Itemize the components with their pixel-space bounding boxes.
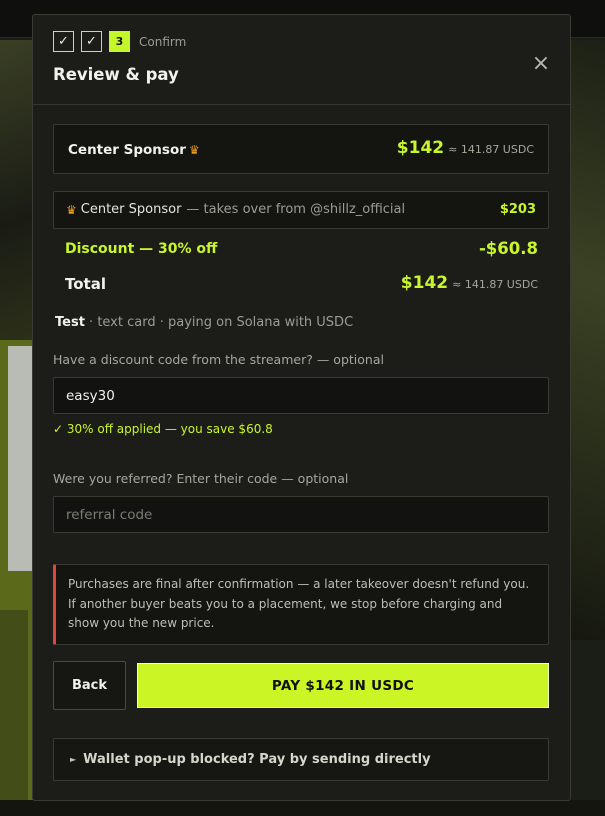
referral-code-label: Were you referred? Enter their code — op… <box>53 471 349 486</box>
total-label: Total <box>65 275 106 293</box>
placement-price-usdc: ≈ 141.87 USDC <box>448 143 534 156</box>
selected-placement-card: Center Sponsor ♛ $142 ≈ 141.87 USDC <box>53 124 549 174</box>
total-price-usdc: ≈ 141.87 USDC <box>452 278 538 291</box>
discount-applied-message: ✓ 30% off applied — you save $60.8 <box>53 422 273 436</box>
takeover-subtitle: — takes over from @shillz_official <box>186 202 406 217</box>
review-pay-modal: ✓ ✓ 3 Confirm Review & pay × Center Spon… <box>32 14 571 801</box>
close-icon[interactable]: × <box>528 50 554 76</box>
order-name: Test <box>55 315 85 330</box>
crown-icon: ♛ <box>188 143 200 157</box>
crown-icon: ♛ <box>66 202 77 217</box>
discount-label: Discount — 30% off <box>65 241 218 257</box>
step-label: Confirm <box>139 34 187 49</box>
discount-value: -$60.8 <box>478 239 538 258</box>
backdrop-panel-left-lower <box>0 610 28 816</box>
backdrop-bottom-strip <box>0 800 605 816</box>
takeover-card: ♛ Center Sponsor — takes over from @shil… <box>53 191 549 229</box>
placement-name: Center Sponsor ♛ <box>68 142 200 158</box>
wallet-fallback-toggle[interactable]: ► Wallet pop-up blocked? Pay by sending … <box>53 738 549 781</box>
modal-title: Review & pay <box>53 65 179 84</box>
wallet-fallback-label: Wallet pop-up blocked? Pay by sending di… <box>83 752 431 767</box>
total-price-usd: $142 <box>400 273 449 293</box>
total-row: Total $142 ≈ 141.87 USDC <box>65 273 538 299</box>
backdrop-artwork-left <box>0 40 34 340</box>
notice-line-3: show you the new price. <box>68 616 215 630</box>
step-1-check-icon: ✓ <box>53 31 74 52</box>
step-2-check-icon: ✓ <box>81 31 102 52</box>
disclosure-triangle-icon: ► <box>70 755 77 764</box>
notice-line-2: If another buyer beats you to a placemen… <box>68 596 503 611</box>
takeover-description: ♛ Center Sponsor — takes over from @shil… <box>66 202 405 217</box>
placement-name-text: Center Sponsor <box>68 142 186 158</box>
placement-price: $142 ≈ 141.87 USDC <box>397 138 534 158</box>
order-meta: Test · text card · paying on Solana with… <box>55 315 353 330</box>
notice-line-1: Purchases are final after confirmation —… <box>68 577 530 591</box>
takeover-price: $203 <box>499 202 536 217</box>
pay-button[interactable]: PAY $142 IN USDC <box>137 663 549 708</box>
final-purchase-notice: Purchases are final after confirmation —… <box>53 564 549 645</box>
referral-code-input[interactable] <box>53 496 549 533</box>
total-price: $142 ≈ 141.87 USDC <box>401 273 538 293</box>
backdrop-card-left <box>8 346 34 571</box>
placement-price-usd: $142 <box>396 138 445 158</box>
discount-code-input[interactable] <box>53 377 549 414</box>
backdrop-artwork-right <box>570 40 605 640</box>
step-indicator: ✓ ✓ 3 Confirm <box>53 31 186 52</box>
takeover-name: Center Sponsor <box>80 202 182 217</box>
discount-code-label: Have a discount code from the streamer? … <box>53 352 384 367</box>
discount-row: Discount — 30% off -$60.8 <box>65 239 538 263</box>
back-button[interactable]: Back <box>53 661 126 710</box>
modal-header: ✓ ✓ 3 Confirm Review & pay × <box>33 15 570 105</box>
order-details: · text card · paying on Solana with USDC <box>84 315 354 330</box>
step-3-current: 3 <box>109 31 130 52</box>
